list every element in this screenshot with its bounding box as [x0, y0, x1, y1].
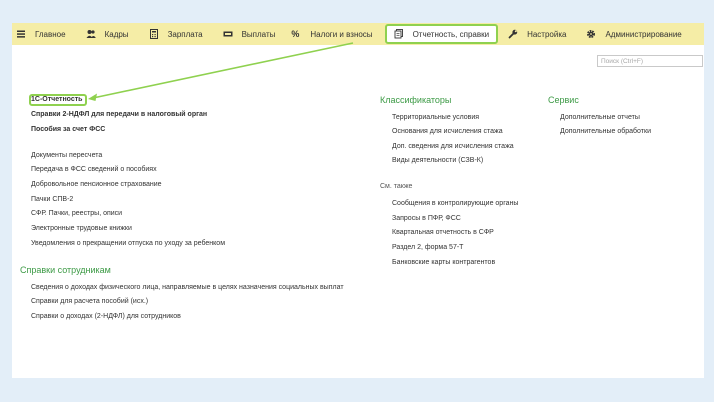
- pointer-arrow: [88, 42, 354, 101]
